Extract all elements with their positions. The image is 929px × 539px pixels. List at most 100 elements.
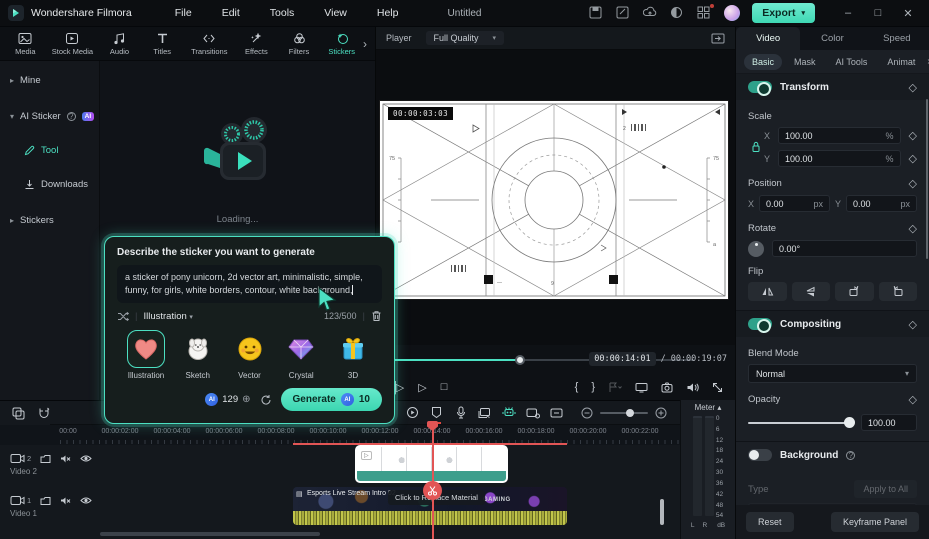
tab-filters[interactable]: Filters bbox=[278, 32, 321, 56]
notifications-icon[interactable] bbox=[670, 6, 685, 21]
menu-item[interactable]: Edit bbox=[207, 7, 255, 19]
properties-scrollbar[interactable] bbox=[926, 99, 928, 259]
keyframe-icon[interactable]: ◇ bbox=[909, 222, 917, 235]
marker-flag-icon[interactable] bbox=[608, 382, 622, 393]
tab-titles[interactable]: Titles bbox=[141, 32, 184, 56]
style-option-3d[interactable]: 3D bbox=[328, 330, 378, 380]
rotate-input[interactable]: 0.00° bbox=[772, 240, 917, 257]
sidebar-item-stickers[interactable]: ▸ Stickers bbox=[0, 207, 99, 233]
rotate-cw-button[interactable] bbox=[835, 282, 874, 301]
play-icon[interactable]: ▷ bbox=[418, 381, 426, 394]
trash-icon[interactable] bbox=[371, 310, 382, 322]
toolbar-more-icon[interactable]: › bbox=[363, 37, 375, 51]
track-lock-icon[interactable] bbox=[40, 496, 51, 506]
tab-transitions[interactable]: Transitions bbox=[183, 32, 235, 56]
quality-dropdown[interactable]: Full Quality▾ bbox=[426, 31, 505, 45]
menu-item[interactable]: View bbox=[309, 7, 362, 19]
keyframe-icon[interactable]: ◇ bbox=[909, 81, 917, 94]
track-visibility-icon[interactable] bbox=[80, 496, 92, 505]
split-scissors-button[interactable] bbox=[423, 481, 442, 500]
mark-in-icon[interactable]: { bbox=[575, 381, 579, 393]
seek-handle[interactable] bbox=[515, 355, 525, 365]
opacity-slider-handle[interactable] bbox=[844, 417, 855, 428]
sidebar-item-ai-sticker[interactable]: ▾ AI Sticker ? AI bbox=[0, 103, 99, 129]
keyframe-icon[interactable]: ◇ bbox=[909, 129, 917, 142]
screen-record-icon[interactable] bbox=[525, 405, 540, 420]
keyframe-icon[interactable]: ◇ bbox=[909, 177, 917, 190]
shortcut-icon[interactable] bbox=[549, 405, 564, 420]
apps-grid-icon[interactable] bbox=[697, 6, 712, 21]
zoom-in-icon[interactable] bbox=[655, 407, 667, 419]
cloud-upload-icon[interactable] bbox=[643, 6, 658, 21]
sidebar-item-tool[interactable]: Tool bbox=[0, 137, 99, 163]
sidebar-item-downloads[interactable]: Downloads bbox=[0, 171, 99, 197]
menu-item[interactable]: File bbox=[160, 7, 207, 19]
timeline-vertical-scrollbar[interactable] bbox=[660, 499, 664, 525]
voiceover-mic-icon[interactable] bbox=[453, 405, 468, 420]
tab-audio[interactable]: Audio bbox=[98, 32, 141, 56]
track-lock-icon[interactable] bbox=[40, 454, 51, 464]
magnet-icon[interactable] bbox=[38, 407, 50, 420]
user-avatar[interactable] bbox=[724, 5, 740, 21]
save-as-icon[interactable] bbox=[616, 6, 631, 21]
rotate-ccw-button[interactable] bbox=[879, 282, 918, 301]
tab-speed[interactable]: Speed bbox=[865, 27, 929, 50]
scale-y-input[interactable]: 100.00% bbox=[778, 150, 901, 167]
keyframe-icon[interactable]: ◇ bbox=[909, 318, 917, 331]
detach-window-icon[interactable] bbox=[711, 33, 725, 44]
compositing-toggle[interactable] bbox=[748, 318, 772, 330]
keyframe-icon[interactable]: ◇ bbox=[909, 152, 917, 165]
reset-button[interactable]: Reset bbox=[746, 512, 794, 532]
style-option-crystal[interactable]: Crystal bbox=[276, 330, 326, 380]
rotate-dial[interactable] bbox=[748, 241, 764, 257]
prompt-textarea[interactable]: a sticker of pony unicorn, 2d vector art… bbox=[117, 265, 382, 303]
subtab-ai-tools[interactable]: AI Tools bbox=[828, 54, 876, 70]
tab-stock-media[interactable]: Stock Media bbox=[47, 32, 99, 56]
subtab-basic[interactable]: Basic bbox=[744, 54, 782, 70]
stop-icon[interactable]: □ bbox=[441, 381, 448, 393]
fullscreen-icon[interactable] bbox=[712, 382, 723, 393]
sidebar-item-mine[interactable]: ▸ Mine bbox=[0, 67, 99, 93]
tab-media[interactable]: Media bbox=[4, 32, 47, 56]
background-toggle[interactable] bbox=[748, 449, 772, 461]
flip-horizontal-button[interactable] bbox=[748, 282, 787, 301]
link-scale-icon[interactable] bbox=[748, 127, 764, 167]
style-option-sketch[interactable]: Sketch bbox=[173, 330, 223, 380]
manage-tracks-icon[interactable] bbox=[12, 407, 25, 420]
style-option-vector[interactable]: Vector bbox=[225, 330, 275, 380]
ai-tools-icon[interactable] bbox=[501, 405, 516, 420]
volume-icon[interactable] bbox=[686, 382, 699, 393]
timeline-zoom-slider[interactable] bbox=[600, 412, 648, 414]
style-dropdown[interactable]: Illustration ▾ bbox=[143, 311, 192, 322]
mirror-display-icon[interactable] bbox=[635, 382, 648, 393]
timeline-horizontal-scrollbar[interactable] bbox=[100, 532, 320, 536]
menu-item[interactable]: Tools bbox=[255, 7, 310, 19]
add-credits-icon[interactable]: ⊕ bbox=[242, 394, 250, 405]
apply-to-all-button[interactable]: Apply to All bbox=[854, 480, 917, 498]
tab-color[interactable]: Color bbox=[800, 27, 864, 50]
tab-video[interactable]: Video bbox=[736, 27, 800, 50]
position-y-input[interactable]: 0.00px bbox=[846, 195, 917, 212]
transform-toggle[interactable] bbox=[748, 81, 772, 93]
tab-effects[interactable]: Effects bbox=[235, 32, 278, 56]
maximize-button[interactable]: □ bbox=[865, 7, 891, 19]
render-preview-icon[interactable] bbox=[405, 405, 420, 420]
save-icon[interactable] bbox=[589, 6, 604, 21]
snapshot-icon[interactable] bbox=[661, 382, 673, 393]
keyframe-icon[interactable]: ◇ bbox=[909, 393, 917, 406]
opacity-input[interactable]: 100.00 bbox=[861, 414, 917, 431]
position-x-input[interactable]: 0.00px bbox=[759, 195, 830, 212]
scale-x-input[interactable]: 100.00% bbox=[778, 127, 901, 144]
menu-item[interactable]: Help bbox=[362, 7, 414, 19]
track-mute-icon[interactable] bbox=[60, 454, 71, 464]
snapshot-layers-icon[interactable] bbox=[477, 405, 492, 420]
marker-icon[interactable] bbox=[429, 405, 444, 420]
mark-out-icon[interactable]: } bbox=[591, 381, 595, 393]
style-option-illustration[interactable]: Illustration bbox=[121, 330, 171, 380]
tab-stickers[interactable]: Stickers bbox=[320, 32, 363, 56]
keyframe-panel-button[interactable]: Keyframe Panel bbox=[831, 512, 919, 532]
refresh-icon[interactable] bbox=[260, 394, 272, 406]
zoom-out-icon[interactable] bbox=[581, 407, 593, 419]
subtab-animation[interactable]: Animat bbox=[879, 54, 923, 70]
generate-button[interactable]: Generate AI 10 bbox=[281, 388, 382, 411]
